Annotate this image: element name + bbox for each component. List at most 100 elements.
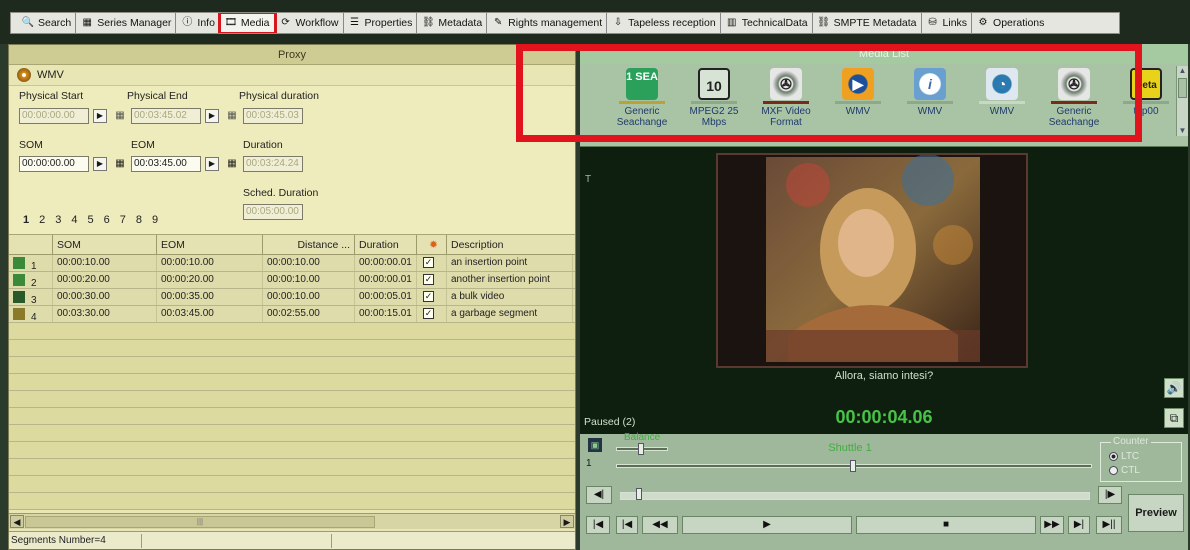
rewind-button[interactable]: ◀◀ xyxy=(642,516,678,534)
media-item[interactable]: i WMV xyxy=(894,66,966,128)
step-forward-button[interactable]: |▶ xyxy=(1098,486,1122,504)
page-8-link[interactable]: 8 xyxy=(136,214,142,226)
scroll-up-icon[interactable]: ▲ xyxy=(1177,66,1188,76)
page-3-link[interactable]: 3 xyxy=(55,214,61,226)
tab-operations[interactable]: ⚙ Operations xyxy=(972,13,1048,33)
header-description[interactable]: Description xyxy=(447,235,573,254)
tab-label: Rights management xyxy=(508,17,603,29)
tab-search[interactable]: 🔍 Search xyxy=(17,13,77,33)
eom-calendar-icon[interactable]: ▦ xyxy=(225,158,239,170)
media-item[interactable]: 10 MPEG2 25 Mbps xyxy=(678,66,750,128)
page-7-link[interactable]: 7 xyxy=(120,214,126,226)
scroll-thumb[interactable]: ||| xyxy=(25,516,375,528)
page-selector: 123456789 xyxy=(23,214,158,226)
tab-series-manager[interactable]: ▦ Series Manager xyxy=(76,13,177,33)
go-to-start-button[interactable]: |◀ xyxy=(586,516,610,534)
page-6-link[interactable]: 6 xyxy=(104,214,110,226)
checkbox[interactable]: ✓ xyxy=(423,274,434,285)
table-row[interactable]: 3 00:00:30.00 00:00:35.00 00:00:10.00 00:00:… xyxy=(9,289,575,306)
table-row[interactable]: 2 00:00:20.00 00:00:20.00 00:00:10.00 00:00:… xyxy=(9,272,575,289)
previous-button[interactable]: |◀ xyxy=(616,516,638,534)
scroll-right-icon[interactable]: ▶ xyxy=(560,515,574,528)
tab-metadata[interactable]: ⛓ Metadata xyxy=(417,13,488,33)
links-icon: ⛁ xyxy=(928,17,937,28)
stop-button[interactable]: ■ xyxy=(856,516,1036,534)
som-label: SOM xyxy=(19,139,43,151)
checkbox[interactable]: ✓ xyxy=(423,291,434,302)
media-item[interactable]: ✇ MXF Video Format xyxy=(750,66,822,128)
checkbox[interactable]: ✓ xyxy=(423,308,434,319)
scroll-down-icon[interactable]: ▼ xyxy=(1177,126,1188,136)
tab-label: TechnicalData xyxy=(741,17,808,29)
media-list-scroll-thumb[interactable] xyxy=(1178,78,1187,98)
media-item[interactable]: 1 SEA Generic Seachange xyxy=(606,66,678,128)
page-9-link[interactable]: 9 xyxy=(152,214,158,226)
media-item[interactable]: Beta tap00 xyxy=(1110,66,1182,128)
tab-info[interactable]: ⓘ Info xyxy=(176,13,220,33)
jog-slider[interactable] xyxy=(620,492,1090,500)
next-button[interactable]: ▶| xyxy=(1068,516,1090,534)
page-4-link[interactable]: 4 xyxy=(71,214,77,226)
tab-label: Properties xyxy=(364,17,413,29)
eom-field[interactable]: 00:03:45.00 xyxy=(131,156,201,172)
tab-workflow[interactable]: ⟳ Workflow xyxy=(275,13,344,33)
tab-links[interactable]: ⛁ Links xyxy=(922,13,973,33)
jog-knob[interactable] xyxy=(636,488,642,500)
proxy-panel: Proxy WMV Physical Start Physical End Ph… xyxy=(8,44,576,550)
header-duration[interactable]: Duration xyxy=(355,235,417,254)
tab-tapeless-reception[interactable]: ⇩ Tapeless reception xyxy=(607,13,721,33)
som-field[interactable]: 00:00:00.00 xyxy=(19,156,89,172)
horizontal-scrollbar[interactable]: ◀ ||| ▶ xyxy=(9,513,575,529)
header-eom[interactable]: EOM xyxy=(157,235,263,254)
scroll-left-icon[interactable]: ◀ xyxy=(10,515,24,528)
counter-ltc-option[interactable]: LTC xyxy=(1109,451,1139,462)
tab-media[interactable]: 🎞 Media xyxy=(217,13,277,33)
go-to-end-button[interactable]: ▶|| xyxy=(1096,516,1122,534)
som-calendar-icon[interactable]: ▦ xyxy=(113,158,127,170)
eom-goto-button[interactable]: ▶ xyxy=(205,157,219,171)
tab-smpte-metadata[interactable]: ⛓ SMPTE Metadata xyxy=(813,13,922,33)
tab-properties[interactable]: ☰ Properties xyxy=(344,13,418,33)
window-icon[interactable]: ⧉ xyxy=(1164,408,1184,428)
preview-button[interactable]: Preview xyxy=(1128,494,1184,532)
physical-start-goto-button: ▶ xyxy=(93,109,107,123)
proxy-title: Proxy xyxy=(9,45,575,65)
page-1-link[interactable]: 1 xyxy=(23,214,29,226)
proxy-format-row[interactable]: WMV xyxy=(9,65,575,85)
media-item[interactable]: ✇ Generic Seachange xyxy=(1038,66,1110,128)
fast-forward-button[interactable]: ▶▶ xyxy=(1040,516,1064,534)
counter-ctl-option[interactable]: CTL xyxy=(1109,465,1140,476)
eom-label: EOM xyxy=(131,139,155,151)
play-button[interactable]: ▶ xyxy=(682,516,852,534)
table-body: 1 00:00:10.00 00:00:10.00 00:00:10.00 00:00:… xyxy=(9,255,575,510)
volume-icon[interactable]: 🔊 xyxy=(1164,378,1184,398)
video-frame[interactable] xyxy=(716,153,1028,368)
media-item-label: Generic Seachange xyxy=(616,106,668,128)
tab-technicaldata[interactable]: ▥ TechnicalData xyxy=(721,13,813,33)
page-5-link[interactable]: 5 xyxy=(88,214,94,226)
media-item-label: tap00 xyxy=(1133,106,1159,117)
status-divider xyxy=(141,534,142,548)
media-item[interactable]: ◔ WMV xyxy=(966,66,1038,128)
row-index-cell: 2 xyxy=(9,272,53,288)
empty-row xyxy=(9,391,575,408)
header-distance[interactable]: Distance ... xyxy=(263,235,355,254)
ctl-radio[interactable] xyxy=(1109,466,1118,475)
media-list-scrollbar[interactable]: ▲ ▼ xyxy=(1176,66,1188,136)
media-item[interactable]: ▶ WMV xyxy=(822,66,894,128)
som-goto-button[interactable]: ▶ xyxy=(93,157,107,171)
row-number: 2 xyxy=(31,278,37,288)
checkbox[interactable]: ✓ xyxy=(423,257,434,268)
position-knob[interactable] xyxy=(850,460,856,472)
cell-som: 00:03:30.00 xyxy=(53,306,157,322)
header-som[interactable]: SOM xyxy=(53,235,157,254)
wmv-play-icon: ▶ xyxy=(842,68,874,100)
table-row[interactable]: 4 00:03:30.00 00:03:45.00 00:02:55.00 00:00:… xyxy=(9,306,575,323)
page-2-link[interactable]: 2 xyxy=(39,214,45,226)
ltc-radio[interactable] xyxy=(1109,452,1118,461)
tab-rights-management[interactable]: ✎ Rights management xyxy=(487,13,608,33)
step-back-button[interactable]: ◀| xyxy=(586,486,612,504)
tab-label: SMPTE Metadata xyxy=(833,17,917,29)
table-row[interactable]: 1 00:00:10.00 00:00:10.00 00:00:10.00 00:00:… xyxy=(9,255,575,272)
header-icon-col xyxy=(9,235,53,254)
